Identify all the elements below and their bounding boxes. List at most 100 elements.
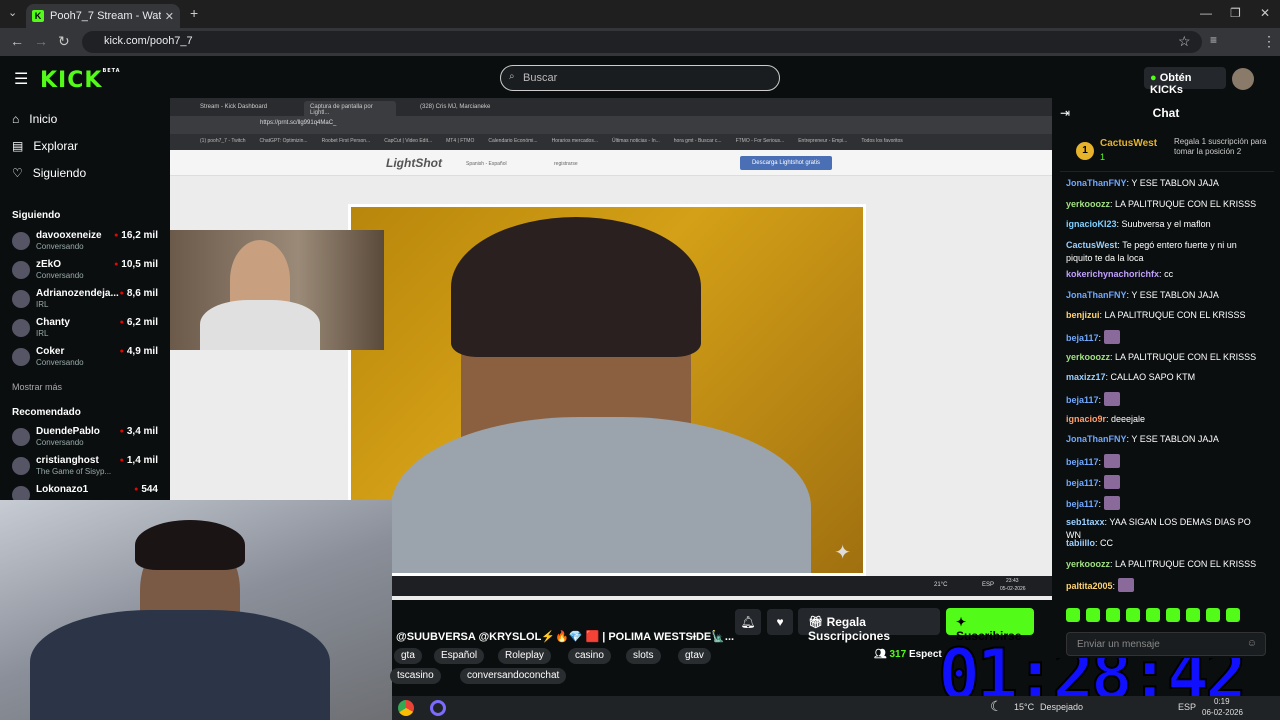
chat-text: Suubversa y el maflon	[1121, 219, 1211, 230]
channel-item[interactable]: cristianghostThe Game of Sisyp... 1,4 mil	[12, 453, 162, 481]
close-window-icon[interactable]: ✕	[1260, 6, 1270, 20]
tab-list-icon[interactable]: ⌄	[8, 6, 17, 19]
nav-following[interactable]: ♡ Siguiendo	[12, 166, 86, 180]
tag-chip[interactable]: gta	[394, 648, 422, 664]
media-icon[interactable]: ≡	[1210, 33, 1217, 47]
emote-icon[interactable]	[1086, 608, 1100, 622]
chat-username[interactable]: yerkooozz	[1066, 559, 1110, 569]
chat-username[interactable]: ignacioKI23	[1066, 219, 1117, 229]
chat-username[interactable]: JonaThanFNY	[1066, 178, 1127, 188]
heart-icon: ♥	[776, 615, 784, 629]
chat-username[interactable]: beja117	[1066, 395, 1099, 405]
chat-username[interactable]: JonaThanFNY	[1066, 434, 1127, 444]
chat-username[interactable]: yerkooozz	[1066, 199, 1110, 209]
menu-dots-icon[interactable]: ⋮	[1262, 33, 1276, 50]
chat-username[interactable]: kokerichynachorichfx	[1066, 269, 1159, 279]
chat-username[interactable]: CactusWest	[1066, 240, 1117, 250]
url-field[interactable]: kick.com/pooh7_7	[82, 31, 1202, 53]
chrome-icon[interactable]	[398, 700, 414, 716]
chat-username[interactable]: yerkooozz	[1066, 352, 1110, 362]
subscribe-button[interactable]: ✦ Suscribirse	[946, 608, 1034, 643]
gift-leaderboard[interactable]: 1 CactusWest 1 Regala 1 suscripción para…	[1060, 132, 1274, 172]
channel-avatar	[12, 348, 30, 366]
chat-username[interactable]: ignacio9r	[1066, 414, 1106, 424]
weather-text: Despejado	[1040, 702, 1084, 712]
emote-icon[interactable]	[1226, 608, 1240, 622]
channel-item[interactable]: CokerConversando 4,9 mil	[12, 344, 162, 372]
nav-explore[interactable]: ▤ Explorar	[12, 139, 78, 153]
reload-icon[interactable]: ↻	[58, 33, 70, 50]
chat-message: kokerichynachorichfx: cc	[1066, 268, 1174, 279]
chat-username[interactable]: JonaThanFNY	[1066, 290, 1127, 300]
emoji-icon[interactable]: ☺	[1247, 638, 1257, 649]
emote-icon	[1103, 454, 1120, 469]
user-avatar[interactable]	[1232, 68, 1254, 90]
tag-chip[interactable]: casino	[568, 648, 611, 664]
channel-item[interactable]: DuendePabloConversando 3,4 mil	[12, 424, 162, 452]
channel-item[interactable]: ChantyIRL 6,2 mil	[12, 315, 162, 343]
channel-name: DuendePablo	[36, 426, 100, 437]
bookmark-star-icon[interactable]: ☆	[1178, 33, 1191, 50]
get-kicks-button[interactable]: ● Obtén KICKs	[1144, 67, 1226, 96]
back-icon[interactable]: ←	[10, 33, 24, 49]
emote-icon[interactable]	[1166, 608, 1180, 622]
emote-icon[interactable]	[1126, 608, 1140, 622]
tag-chip[interactable]: slots	[626, 648, 661, 664]
emote-icon[interactable]	[1106, 608, 1120, 622]
channel-avatar	[12, 319, 30, 337]
pinned-user: CactusWest	[1100, 138, 1158, 149]
chat-username[interactable]: tabiillo	[1066, 538, 1095, 548]
channel-item[interactable]: Adrianozendeja...IRL 8,6 mil	[12, 286, 162, 314]
notify-button[interactable]: 🔔︎	[735, 609, 761, 635]
emote-icon[interactable]	[1186, 608, 1200, 622]
viewers-icon: 👥︎	[874, 649, 887, 660]
forward-icon[interactable]: →	[34, 33, 48, 49]
search-input[interactable]: ⌕ Buscar	[500, 65, 780, 91]
restore-icon[interactable]: ❐	[1230, 6, 1241, 20]
nav-home[interactable]: ⌂ Inicio	[12, 112, 57, 126]
follow-button[interactable]: ♥	[767, 609, 793, 635]
emote-icon[interactable]	[1206, 608, 1220, 622]
inner-taskbar: 21°C ESP 23:43 05-02-2026	[392, 576, 1052, 596]
tag-chip[interactable]: conversandoconchat	[460, 668, 567, 684]
channel-avatar	[12, 428, 30, 446]
emote-icon[interactable]	[1066, 608, 1080, 622]
lightshot-lang: Spanish - Español	[466, 161, 507, 167]
chat-message: maxizz17: CALLAO SAPO KTM	[1066, 372, 1196, 383]
chevron-down-icon[interactable]: ⌄	[690, 630, 698, 641]
channel-category: Conversando	[36, 438, 84, 447]
tag-chip[interactable]: gtav	[678, 648, 711, 664]
app-icon[interactable]	[430, 700, 446, 716]
tag-chip[interactable]: tscasino	[390, 668, 441, 684]
kick-logo[interactable]: KICKBETA	[40, 68, 121, 93]
channel-item[interactable]: zEkOConversando10,5 mil	[12, 257, 162, 285]
emote-icon[interactable]	[1146, 608, 1160, 622]
inner-time: 23:43	[1006, 578, 1019, 584]
chat-username[interactable]: seb1taxx	[1066, 517, 1105, 527]
tag-chip[interactable]: Español	[434, 648, 485, 664]
headphones-figure	[451, 217, 701, 357]
chat-username[interactable]: paltita2005	[1066, 581, 1113, 591]
new-tab-button[interactable]: +	[190, 5, 198, 21]
close-tab-icon[interactable]: ✕	[165, 10, 174, 23]
address-bar: ← → ↻ kick.com/pooh7_7 ☆ ≡ A ⋮	[0, 28, 1280, 78]
tag-chip[interactable]: Roleplay	[498, 648, 551, 664]
gift-subs-button[interactable]: 🎁︎ Regala Suscripciones	[798, 608, 940, 643]
lightshot-logo: LightShot	[386, 156, 442, 170]
chat-username[interactable]: benjizui	[1066, 310, 1100, 320]
chat-message: ignacioKI23: Suubversa y el maflon	[1066, 219, 1211, 230]
chat-username[interactable]: beja117	[1066, 333, 1099, 343]
chat-username[interactable]: beja117	[1066, 499, 1099, 509]
chat-text: Y ESE TABLON JAJA	[1131, 178, 1219, 188]
show-more-link[interactable]: Mostrar más	[12, 382, 62, 392]
chat-username[interactable]: beja117	[1066, 478, 1099, 488]
minimize-icon[interactable]: —	[1200, 6, 1212, 20]
chat-text: LA PALITRUQUE CON EL KRISSS	[1104, 310, 1246, 321]
channel-item[interactable]: davooxeneizeConversando16,2 mil	[12, 228, 162, 256]
hamburger-menu-icon[interactable]: ☰	[14, 69, 28, 89]
chat-text: LA PALITRUQUE CON EL KRISSS	[1115, 351, 1257, 362]
browser-tab[interactable]: K Pooh7_7 Stream - Watch Li... ✕	[26, 4, 180, 28]
chat-username[interactable]: beja117	[1066, 457, 1099, 467]
chat-input[interactable]: Enviar un mensaje ☺	[1066, 632, 1266, 656]
chat-username[interactable]: maxizz17	[1066, 372, 1106, 382]
